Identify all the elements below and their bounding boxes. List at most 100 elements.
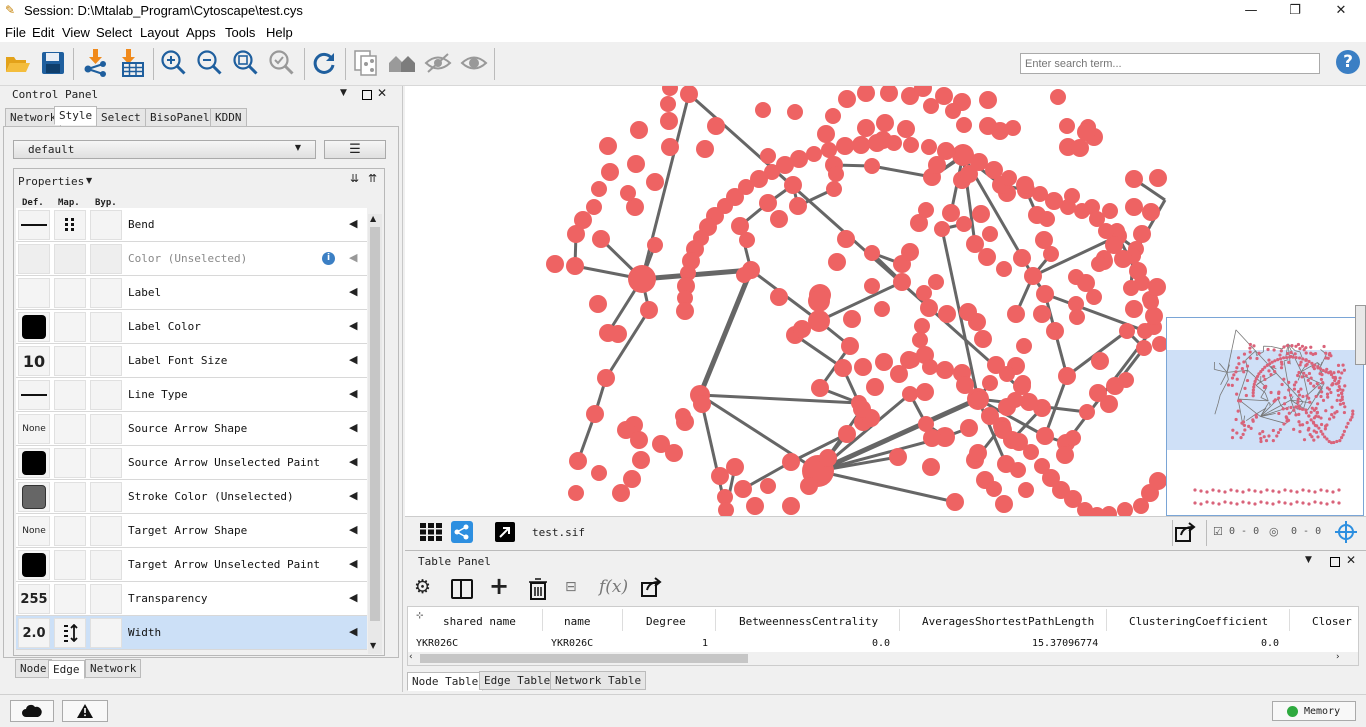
network-node[interactable] bbox=[811, 379, 829, 397]
network-node[interactable] bbox=[632, 451, 650, 469]
network-node[interactable] bbox=[890, 365, 908, 383]
network-node[interactable] bbox=[739, 232, 755, 248]
line-icon[interactable] bbox=[18, 380, 50, 410]
network-node[interactable] bbox=[987, 356, 1005, 374]
restore-button[interactable]: ❐ bbox=[1272, 0, 1318, 22]
network-edge[interactable] bbox=[818, 280, 903, 323]
zoom-out-icon[interactable] bbox=[195, 48, 225, 78]
network-node[interactable] bbox=[592, 230, 610, 248]
import-network-icon[interactable] bbox=[81, 48, 111, 78]
network-node[interactable] bbox=[1046, 322, 1064, 340]
expand-arrow-icon[interactable]: ◀ bbox=[349, 523, 357, 536]
network-node[interactable] bbox=[569, 452, 587, 470]
network-node[interactable] bbox=[837, 230, 855, 248]
network-node[interactable] bbox=[1123, 280, 1139, 296]
network-node[interactable] bbox=[834, 359, 852, 377]
network-edge[interactable] bbox=[641, 267, 752, 282]
network-node[interactable] bbox=[938, 305, 956, 323]
network-node[interactable] bbox=[660, 96, 676, 112]
tab-kddn[interactable]: KDDN bbox=[210, 108, 247, 127]
network-node[interactable] bbox=[1039, 211, 1055, 227]
network-node[interactable] bbox=[770, 288, 788, 306]
network-node[interactable] bbox=[1145, 307, 1163, 325]
property-row[interactable]: Source Arrow Unselected Paint ◀ bbox=[16, 446, 367, 480]
default-value-cell[interactable]: 10 bbox=[18, 346, 50, 376]
network-node[interactable] bbox=[995, 495, 1013, 513]
network-node[interactable] bbox=[1125, 198, 1143, 216]
network-node[interactable] bbox=[978, 248, 996, 266]
default-value-cell[interactable] bbox=[18, 482, 50, 512]
tab-edge-table[interactable]: Edge Table bbox=[479, 671, 556, 690]
mapping-cell[interactable] bbox=[54, 414, 86, 444]
property-row[interactable]: Stroke Color (Unselected) ◀ bbox=[16, 480, 367, 514]
network-node[interactable] bbox=[923, 98, 939, 114]
network-node[interactable] bbox=[566, 257, 584, 275]
scroll-left-icon[interactable]: ‹ bbox=[409, 652, 413, 662]
menu-apps[interactable]: Apps bbox=[186, 25, 216, 40]
network-node[interactable] bbox=[889, 448, 907, 466]
network-node[interactable] bbox=[1125, 300, 1143, 318]
network-node[interactable] bbox=[726, 458, 744, 476]
network-node[interactable] bbox=[916, 285, 932, 301]
menu-layout[interactable]: Layout bbox=[140, 25, 179, 40]
network-node[interactable] bbox=[916, 383, 934, 401]
float-panel-icon[interactable] bbox=[1330, 557, 1340, 567]
continuous-mapping-icon[interactable] bbox=[54, 618, 86, 648]
network-node[interactable] bbox=[921, 139, 937, 155]
column-header[interactable]: BetweennessCentrality bbox=[739, 615, 878, 628]
grid-view-icon[interactable] bbox=[420, 523, 442, 541]
network-node[interactable] bbox=[937, 142, 955, 160]
network-node[interactable] bbox=[591, 181, 607, 197]
network-node[interactable] bbox=[981, 407, 999, 425]
network-edge[interactable] bbox=[697, 269, 754, 396]
menu-tools[interactable]: Tools bbox=[225, 25, 255, 40]
mapping-cell[interactable] bbox=[54, 584, 86, 614]
network-node[interactable] bbox=[960, 419, 978, 437]
property-row[interactable]: None Source Arrow Shape ◀ bbox=[16, 412, 367, 446]
network-node[interactable] bbox=[945, 103, 961, 119]
network-node[interactable] bbox=[874, 301, 890, 317]
network-node[interactable] bbox=[755, 102, 771, 118]
network-node[interactable] bbox=[901, 243, 919, 261]
network-node[interactable] bbox=[1069, 309, 1085, 325]
warning-icon[interactable] bbox=[62, 700, 108, 722]
property-row[interactable]: None Target Arrow Shape ◀ bbox=[16, 514, 367, 548]
network-node[interactable] bbox=[546, 255, 564, 273]
property-row[interactable]: Label ◀ bbox=[16, 276, 367, 310]
bypass-cell[interactable] bbox=[90, 278, 122, 308]
network-node[interactable] bbox=[760, 478, 776, 494]
expand-arrow-icon[interactable]: ◀ bbox=[349, 591, 357, 604]
network-node[interactable] bbox=[1065, 430, 1081, 446]
network-node[interactable] bbox=[1001, 170, 1017, 186]
network-node[interactable] bbox=[821, 142, 837, 158]
menu-view[interactable]: View bbox=[62, 25, 90, 40]
menu-edit[interactable]: Edit bbox=[32, 25, 54, 40]
menu-file[interactable]: File bbox=[5, 25, 26, 40]
network-node[interactable] bbox=[1023, 444, 1039, 460]
network-node[interactable] bbox=[836, 137, 854, 155]
network-node[interactable] bbox=[660, 112, 678, 130]
open-session-icon[interactable] bbox=[3, 48, 33, 78]
column-header[interactable]: shared name bbox=[443, 615, 516, 628]
network-node[interactable] bbox=[1016, 176, 1034, 194]
network-node[interactable] bbox=[1013, 249, 1031, 267]
network-node[interactable] bbox=[1079, 404, 1095, 420]
expand-arrow-icon[interactable]: ◀ bbox=[349, 217, 357, 230]
bypass-cell[interactable] bbox=[90, 346, 122, 376]
network-node[interactable] bbox=[972, 205, 990, 223]
tab-bisopanel[interactable]: BisoPanel bbox=[145, 108, 215, 127]
table-cell[interactable]: 0.0 bbox=[1261, 638, 1279, 649]
network-node[interactable] bbox=[866, 378, 884, 396]
network-node[interactable] bbox=[979, 117, 997, 135]
network-node[interactable] bbox=[789, 197, 807, 215]
network-node[interactable] bbox=[1091, 352, 1109, 370]
network-node[interactable] bbox=[841, 337, 859, 355]
network-node[interactable] bbox=[597, 369, 615, 387]
expand-arrow-icon[interactable]: ◀ bbox=[349, 455, 357, 468]
network-node[interactable] bbox=[996, 261, 1012, 277]
save-session-icon[interactable] bbox=[38, 48, 68, 78]
column-header[interactable]: Degree bbox=[646, 615, 686, 628]
network-node[interactable] bbox=[974, 330, 992, 348]
network-node[interactable] bbox=[922, 359, 938, 375]
network-node[interactable] bbox=[620, 185, 636, 201]
